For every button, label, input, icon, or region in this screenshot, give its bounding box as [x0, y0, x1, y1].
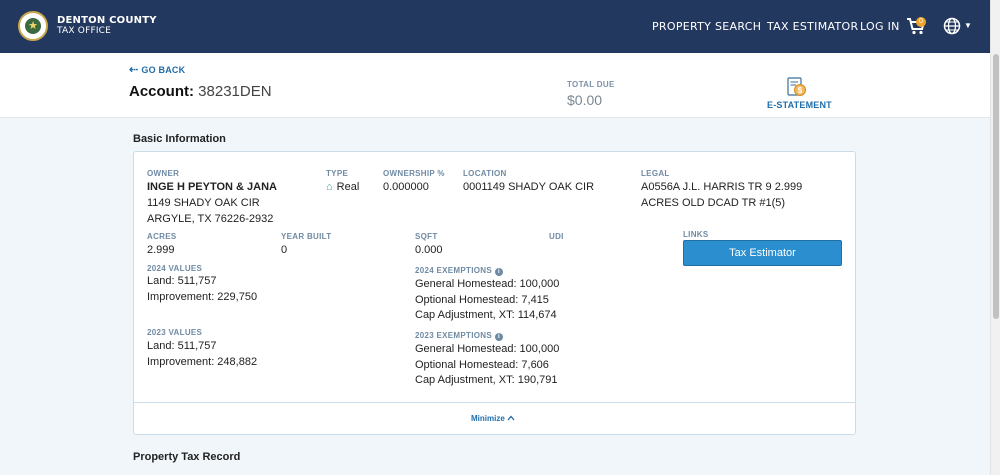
- values-2024-label: 2024 VALUES: [147, 264, 203, 273]
- nav-property-search[interactable]: PROPERTY SEARCH: [652, 20, 761, 33]
- minimize-label: Minimize: [471, 414, 505, 423]
- exemption-2023-optional: Optional Homestead: 7,606: [415, 359, 549, 371]
- exemptions-2023-text: 2023 EXEMPTIONS: [415, 331, 492, 340]
- estatement-link[interactable]: E-STATEMENT: [767, 100, 832, 110]
- exemption-2024-optional: Optional Homestead: 7,415: [415, 294, 549, 306]
- go-back-link[interactable]: ⇠ GO BACK: [129, 63, 185, 76]
- owner-label: OWNER: [147, 169, 180, 178]
- exemption-2024-general: General Homestead: 100,000: [415, 278, 560, 290]
- exemptions-2024-text: 2024 EXEMPTIONS: [415, 266, 492, 275]
- tax-estimator-button[interactable]: Tax Estimator: [683, 240, 842, 266]
- top-navbar: ★ DENTON COUNTY TAX OFFICE PROPERTY SEAR…: [0, 0, 990, 53]
- values-2023-land: Land: 511,757: [147, 340, 217, 352]
- account-title: Account: 38231DEN: [129, 83, 272, 100]
- acres-label: ACRES: [147, 232, 177, 241]
- legal-line2: ACRES OLD DCAD TR #1(5): [641, 197, 786, 209]
- nav-log-in[interactable]: LOG IN: [860, 20, 900, 33]
- county-seal-logo[interactable]: ★: [18, 11, 48, 41]
- location-label: LOCATION: [463, 169, 507, 178]
- values-2024-land: Land: 511,757: [147, 275, 217, 287]
- year-built-label: YEAR BUILT: [281, 232, 332, 241]
- exemption-2023-cap: Cap Adjustment, XT: 190,791: [415, 374, 558, 386]
- chevron-up-icon: [507, 415, 515, 421]
- links-label: LINKS: [683, 230, 709, 239]
- chevron-down-icon[interactable]: ▼: [964, 21, 972, 30]
- page-scrollbar[interactable]: [990, 0, 1000, 475]
- ownership-label: OWNERSHIP %: [383, 169, 445, 178]
- account-label: Account:: [129, 83, 194, 100]
- legal-label: LEGAL: [641, 169, 670, 178]
- total-due-label: TOTAL DUE: [567, 80, 615, 89]
- ownership-value: 0.000000: [383, 181, 429, 193]
- acres-value: 2.999: [147, 244, 175, 256]
- globe-icon[interactable]: [943, 17, 961, 35]
- type-value: ⌂ Real: [326, 180, 359, 196]
- cart-count-badge: 0: [916, 17, 926, 27]
- sqft-value: 0.000: [415, 244, 443, 256]
- svg-text:$: $: [798, 86, 803, 95]
- arrow-left-icon: ⇠: [129, 64, 139, 76]
- brand-subtitle: TAX OFFICE: [57, 26, 112, 36]
- year-built-value: 0: [281, 244, 288, 256]
- type-label: TYPE: [326, 169, 349, 178]
- udi-label: UDI: [549, 232, 564, 241]
- total-due-value: $0.00: [567, 92, 603, 108]
- location-value: 0001149 SHADY OAK CIR: [463, 181, 595, 193]
- info-icon[interactable]: i: [494, 268, 503, 276]
- exemption-2023-general: General Homestead: 100,000: [415, 343, 560, 355]
- brand-title: DENTON COUNTY: [57, 15, 157, 26]
- values-2023-improvement: Improvement: 248,882: [147, 356, 258, 368]
- exemptions-2024-label: 2024 EXEMPTIONS i: [415, 266, 503, 276]
- values-2023-label: 2023 VALUES: [147, 328, 203, 337]
- nav-tax-estimator[interactable]: TAX ESTIMATOR: [767, 20, 858, 33]
- property-tax-record-title: Property Tax Record: [133, 451, 241, 463]
- owner-address-line2: ARGYLE, TX 76226-2932: [147, 213, 274, 225]
- go-back-label: GO BACK: [141, 65, 186, 75]
- owner-address-line1: 1149 SHADY OAK CIR: [147, 197, 260, 209]
- exemptions-2023-label: 2023 EXEMPTIONS i: [415, 331, 503, 341]
- brand[interactable]: DENTON COUNTY TAX OFFICE: [57, 15, 157, 37]
- info-icon[interactable]: i: [494, 333, 503, 341]
- values-2024-improvement: Improvement: 229,750: [147, 291, 258, 303]
- legal-line1: A0556A J.L. HARRIS TR 9 2.999: [641, 181, 803, 193]
- scrollbar-thumb[interactable]: [993, 54, 999, 319]
- type-text: Real: [336, 181, 360, 193]
- minimize-button[interactable]: Minimize: [471, 414, 515, 423]
- owner-name: INGE H PEYTON & JANA: [147, 181, 277, 193]
- account-number: 38231DEN: [198, 83, 272, 100]
- home-icon: ⌂: [326, 181, 333, 193]
- exemption-2024-cap: Cap Adjustment, XT: 114,674: [415, 309, 557, 321]
- divider: [134, 402, 855, 403]
- sqft-label: SQFT: [415, 232, 438, 241]
- basic-info-title: Basic Information: [133, 133, 226, 145]
- estatement-icon[interactable]: $: [787, 77, 807, 98]
